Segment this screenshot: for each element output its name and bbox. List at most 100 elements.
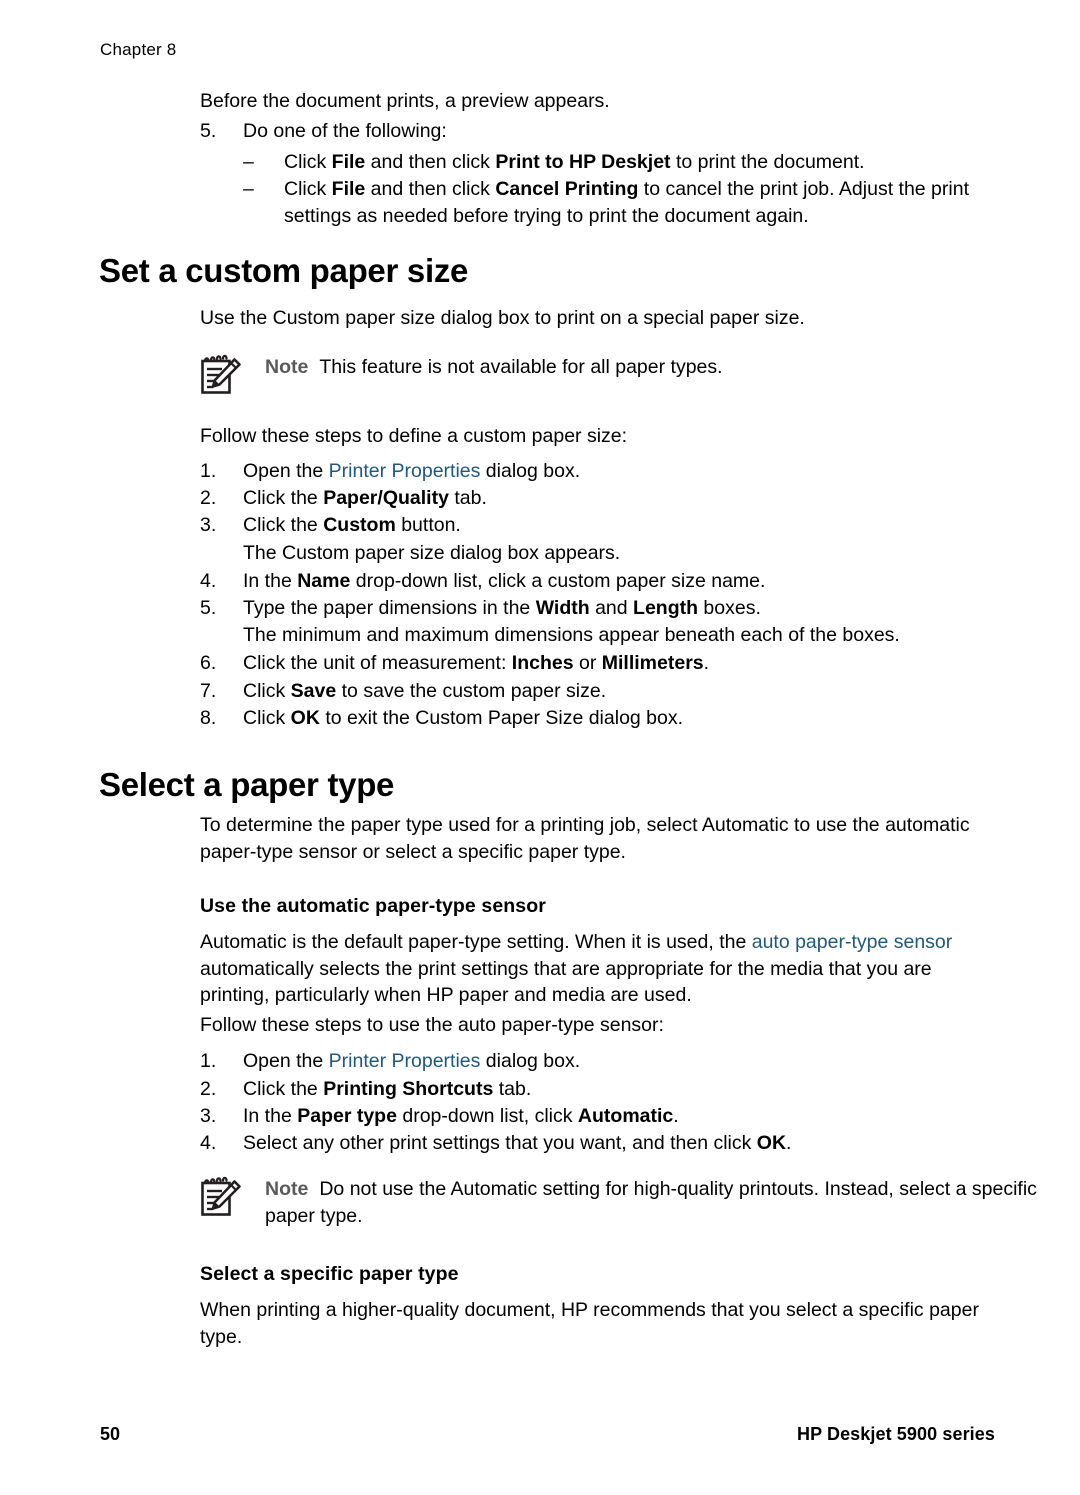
s2-step-marker-3: 3. bbox=[200, 1105, 217, 1127]
step-7: Click Save to save the custom paper size… bbox=[243, 678, 991, 705]
step-7-pre: Click bbox=[243, 680, 291, 702]
s2-step-3-mid: drop-down list, click bbox=[396, 1105, 578, 1127]
step-6-post: . bbox=[703, 652, 710, 674]
sub2-mid: and then click bbox=[365, 178, 496, 200]
step-6: Click the unit of measurement: Inches or… bbox=[243, 650, 991, 677]
sub1-pre: Click bbox=[284, 151, 332, 173]
s2-step-marker-1: 1. bbox=[200, 1050, 217, 1072]
after-step-5-text: The minimum and maximum dimensions appea… bbox=[243, 624, 900, 646]
preview-line: Before the document prints, a preview ap… bbox=[200, 90, 610, 112]
sub2-bold-cancel: Cancel Printing bbox=[495, 178, 639, 200]
step-7-bold: Save bbox=[290, 680, 337, 702]
s2-step-marker-2: 2. bbox=[200, 1078, 217, 1100]
s2-step-1: Open the Printer Properties dialog box. bbox=[243, 1048, 991, 1075]
step-2: Click the Paper/Quality tab. bbox=[243, 485, 991, 512]
step-3-pre: Click the bbox=[243, 514, 324, 536]
sub-step-2: Click File and then click Cancel Printin… bbox=[284, 176, 992, 229]
step-4: In the Name drop-down list, click a cust… bbox=[243, 568, 991, 595]
printer-properties-link[interactable]: Printer Properties bbox=[329, 1050, 481, 1072]
step-4-post: drop-down list, click a custom paper siz… bbox=[350, 570, 766, 592]
printer-properties-link[interactable]: Printer Properties bbox=[329, 460, 481, 482]
step-5-bold-width: Width bbox=[535, 597, 590, 619]
s2-step-3-bold-paper-type: Paper type bbox=[297, 1105, 397, 1127]
chapter-header: Chapter 8 bbox=[100, 40, 177, 59]
step-6-bold-inches: Inches bbox=[511, 652, 574, 674]
s2-step-1-post: dialog box. bbox=[480, 1050, 581, 1072]
step-1: Open the Printer Properties dialog box. bbox=[243, 458, 991, 485]
s2-step-3-pre: In the bbox=[243, 1105, 298, 1127]
footer-product-name: HP Deskjet 5900 series bbox=[796, 1424, 995, 1444]
s2-step-4: Select any other print settings that you… bbox=[243, 1130, 991, 1157]
step-5-bold-length: Length bbox=[633, 597, 699, 619]
section1-follow-intro: Follow these steps to define a custom pa… bbox=[200, 425, 628, 447]
step-1-post: dialog box. bbox=[480, 460, 581, 482]
step-8: Click OK to exit the Custom Paper Size d… bbox=[243, 705, 991, 732]
sub1-para-pre: Automatic is the default paper-type sett… bbox=[200, 931, 752, 953]
step-5-pre: Type the paper dimensions in the bbox=[243, 597, 536, 619]
sub2-bold-file: File bbox=[331, 178, 366, 200]
sub1-para-post: automatically selects the print settings… bbox=[200, 957, 932, 1007]
note-2-label: Note bbox=[265, 1178, 309, 1200]
step-marker-4: 4. bbox=[200, 570, 217, 592]
sub1-post: to print the document. bbox=[670, 151, 865, 173]
step-marker-1: 1. bbox=[200, 460, 217, 482]
s2-step-marker-4: 4. bbox=[200, 1132, 217, 1154]
step-8-post: to exit the Custom Paper Size dialog box… bbox=[319, 707, 684, 729]
section2-sub2-paragraph: When printing a higher-quality document,… bbox=[200, 1299, 979, 1348]
note-pad-pencil-icon bbox=[197, 1174, 245, 1222]
step-2-bold: Paper/Quality bbox=[323, 487, 449, 509]
s2-step-2-pre: Click the bbox=[243, 1078, 324, 1100]
step-text: Do one of the following: bbox=[243, 120, 447, 142]
step-2-post: tab. bbox=[448, 487, 487, 509]
s2-step-2-post: tab. bbox=[493, 1078, 532, 1100]
step-marker-2: 2. bbox=[200, 487, 217, 509]
step-marker-3: 3. bbox=[200, 514, 217, 536]
step-3: Click the Custom button. bbox=[243, 512, 991, 539]
subheading-specific-paper-type: Select a specific paper type bbox=[200, 1263, 459, 1285]
step-6-pre: Click the unit of measurement: bbox=[243, 652, 512, 674]
step-7-post: to save the custom paper size. bbox=[336, 680, 607, 702]
sub2-pre: Click bbox=[284, 178, 332, 200]
s2-step-3-post: . bbox=[673, 1105, 679, 1127]
step-3-post: button. bbox=[395, 514, 461, 536]
step-4-bold: Name bbox=[297, 570, 351, 592]
note-pad-pencil-icon bbox=[197, 352, 245, 400]
step-2-pre: Click the bbox=[243, 487, 324, 509]
sub-step-1: Click File and then click Print to HP De… bbox=[284, 149, 992, 176]
note-1-label: Note bbox=[265, 356, 309, 378]
sub1-bold-print: Print to HP Deskjet bbox=[495, 151, 671, 173]
s2-step-2-bold: Printing Shortcuts bbox=[323, 1078, 494, 1100]
step-marker-5: 5. bbox=[200, 597, 217, 619]
section-heading-custom-paper-size: Set a custom paper size bbox=[99, 252, 469, 289]
step-5-mid: and bbox=[589, 597, 634, 619]
s2-step-1-pre: Open the bbox=[243, 1050, 329, 1072]
auto-paper-type-sensor-link[interactable]: auto paper-type sensor bbox=[752, 931, 953, 953]
step-marker-8: 8. bbox=[200, 707, 217, 729]
sub1-bold-file: File bbox=[331, 151, 366, 173]
dash-bullet-icon: – bbox=[243, 151, 254, 173]
s2-step-4-pre: Select any other print settings that you… bbox=[243, 1132, 757, 1154]
s2-step-3-bold-automatic: Automatic bbox=[577, 1105, 674, 1127]
s2-step-4-post: . bbox=[786, 1132, 792, 1154]
document-page: Chapter 8 Before the document prints, a … bbox=[0, 0, 1080, 1495]
s2-step-4-bold: OK bbox=[756, 1132, 787, 1154]
step-1-pre: Open the bbox=[243, 460, 329, 482]
step-5-post: boxes. bbox=[698, 597, 761, 619]
subheading-auto-sensor: Use the automatic paper-type sensor bbox=[200, 895, 546, 917]
section2-lead: To determine the paper type used for a p… bbox=[200, 814, 970, 863]
note-1-text: This feature is not available for all pa… bbox=[319, 356, 723, 378]
section2-sub1-paragraph: Automatic is the default paper-type sett… bbox=[200, 929, 990, 1009]
step-6-bold-millimeters: Millimeters bbox=[601, 652, 704, 674]
step-3-bold: Custom bbox=[323, 514, 396, 536]
dash-bullet-icon: – bbox=[243, 178, 254, 200]
sub1-mid: and then click bbox=[365, 151, 496, 173]
step-marker-6: 6. bbox=[200, 652, 217, 674]
step-5: Type the paper dimensions in the Width a… bbox=[243, 595, 991, 622]
section1-lead: Use the Custom paper size dialog box to … bbox=[200, 307, 805, 329]
note-1-body: Note This feature is not available for al… bbox=[265, 354, 1055, 381]
section-heading-select-paper-type: Select a paper type bbox=[99, 766, 395, 803]
step-4-pre: In the bbox=[243, 570, 298, 592]
step-8-pre: Click bbox=[243, 707, 291, 729]
step-6-mid: or bbox=[573, 652, 602, 674]
step-marker-7: 7. bbox=[200, 680, 217, 702]
